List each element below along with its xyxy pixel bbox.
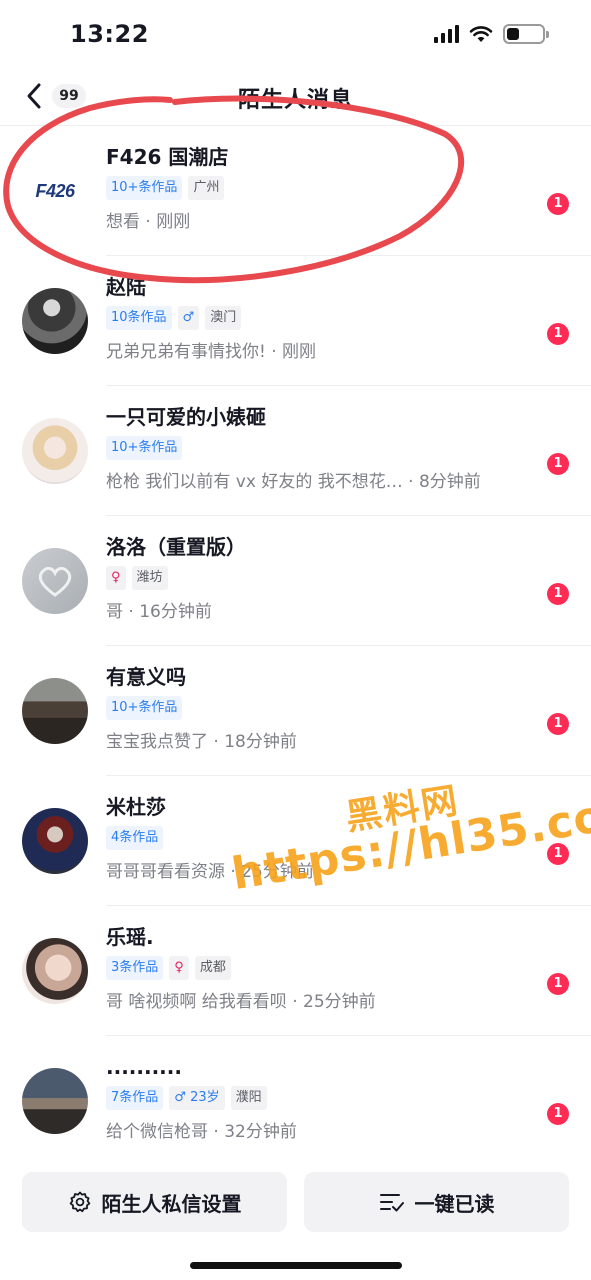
location-tag: 成都 — [194, 956, 231, 980]
message-row[interactable]: 洛洛（重置版） ♀ 潍坊 哥 · 16分钟前 1 — [0, 516, 591, 646]
status-icons — [434, 24, 549, 44]
works-count-tag: 3条作品 — [106, 956, 164, 980]
page-title: 陌生人消息 — [237, 88, 353, 113]
unread-badge: 1 — [547, 323, 569, 345]
message-preview: 哥哥哥看看资源 · 25分钟前 — [106, 862, 314, 882]
read-all-label: 一键已读 — [414, 1191, 495, 1216]
message-preview: 兄弟兄弟有事情找你! · 刚刚 — [106, 342, 317, 362]
message-row[interactable]: .......... 7条作品 ♂ 23岁 濮阳 给个微信枪哥 · 32分钟前 … — [0, 1036, 591, 1166]
avatar[interactable] — [22, 418, 88, 484]
unread-badge: 1 — [547, 1103, 569, 1125]
works-count-tag: 10条作品 — [106, 306, 172, 330]
sender-name: .......... — [106, 1055, 182, 1079]
message-preview: 枪枪 我们以前有 vx 好友的 我不想花… · 8分钟前 — [106, 472, 481, 492]
wifi-icon — [469, 26, 493, 42]
works-count-tag: 7条作品 — [106, 1086, 164, 1110]
sender-name: 米杜莎 — [106, 795, 166, 819]
message-row[interactable]: 米杜莎 4条作品 哥哥哥看看资源 · 25分钟前 1 — [0, 776, 591, 906]
unread-badge: 1 — [547, 843, 569, 865]
heart-icon — [38, 566, 72, 597]
unread-badge: 1 — [547, 973, 569, 995]
message-row[interactable]: F426 F426 国潮店 10+条作品 广州 想看 · 刚刚 1 — [0, 126, 591, 256]
sender-name: 赵陆 — [106, 275, 146, 299]
message-preview: 给个微信枪哥 · 32分钟前 — [106, 1122, 297, 1142]
avatar[interactable]: F426 — [22, 158, 88, 224]
unread-badge: 1 — [547, 453, 569, 475]
message-preview: 宝宝我点赞了 · 18分钟前 — [106, 732, 297, 752]
home-indicator — [190, 1262, 402, 1269]
stranger-dm-settings-button[interactable]: 陌生人私信设置 — [22, 1172, 287, 1232]
avatar[interactable] — [22, 678, 88, 744]
sender-name: 有意义吗 — [106, 665, 186, 689]
unread-badge: 1 — [547, 713, 569, 735]
male-gender-tag: ♂ — [177, 306, 200, 330]
message-row[interactable]: 乐瑶. 3条作品 ♀ 成都 哥 啥视频啊 给我看看呗 · 25分钟前 1 — [0, 906, 591, 1036]
f426-logo: F426 — [35, 180, 75, 201]
location-tag: 濮阳 — [230, 1086, 267, 1110]
sender-name: F426 国潮店 — [106, 145, 229, 169]
works-count-tag: 10+条作品 — [106, 696, 183, 720]
location-tag: 澳门 — [205, 306, 242, 330]
works-count-tag: 4条作品 — [106, 826, 164, 850]
male-age-tag: ♂ 23岁 — [169, 1086, 225, 1110]
female-gender-tag: ♀ — [169, 956, 189, 980]
sender-name: 一只可爱的小婊砸 — [106, 405, 266, 429]
avatar[interactable] — [22, 548, 88, 614]
works-count-tag: 10+条作品 — [106, 176, 183, 200]
status-bar: 13:22 — [0, 0, 591, 70]
cellular-signal-icon — [434, 25, 459, 43]
avatar[interactable] — [22, 288, 88, 354]
message-preview: 哥 啥视频啊 给我看看呗 · 25分钟前 — [106, 992, 376, 1012]
gear-icon — [69, 1191, 90, 1213]
nav-bar: 99 陌生人消息 — [0, 70, 591, 126]
avatar[interactable] — [22, 938, 88, 1004]
unread-badge: 1 — [547, 193, 569, 215]
battery-icon — [503, 24, 549, 44]
message-row[interactable]: 赵陆 10条作品 ♂ 澳门 兄弟兄弟有事情找你! · 刚刚 1 — [0, 256, 591, 386]
location-tag: 广州 — [188, 176, 225, 200]
sender-name: 洛洛（重置版） — [106, 535, 246, 559]
mark-all-read-button[interactable]: 一键已读 — [304, 1172, 569, 1232]
mark-read-icon — [379, 1194, 404, 1212]
unread-badge: 1 — [547, 583, 569, 605]
settings-label: 陌生人私信设置 — [101, 1191, 242, 1216]
sender-name: 乐瑶. — [106, 925, 154, 949]
avatar[interactable] — [22, 1068, 88, 1134]
message-preview: 哥 · 16分钟前 — [106, 602, 212, 622]
status-time: 13:22 — [70, 20, 149, 48]
female-gender-tag: ♀ — [106, 566, 126, 590]
location-tag: 潍坊 — [131, 566, 168, 590]
message-row[interactable]: 一只可爱的小婊砸 10+条作品 枪枪 我们以前有 vx 好友的 我不想花… · … — [0, 386, 591, 516]
works-count-tag: 10+条作品 — [106, 436, 183, 460]
message-preview: 想看 · 刚刚 — [106, 212, 191, 232]
message-list: F426 F426 国潮店 10+条作品 广州 想看 · 刚刚 1 赵陆 10条… — [0, 126, 591, 1166]
avatar[interactable] — [22, 808, 88, 874]
message-row[interactable]: 有意义吗 10+条作品 宝宝我点赞了 · 18分钟前 1 — [0, 646, 591, 776]
